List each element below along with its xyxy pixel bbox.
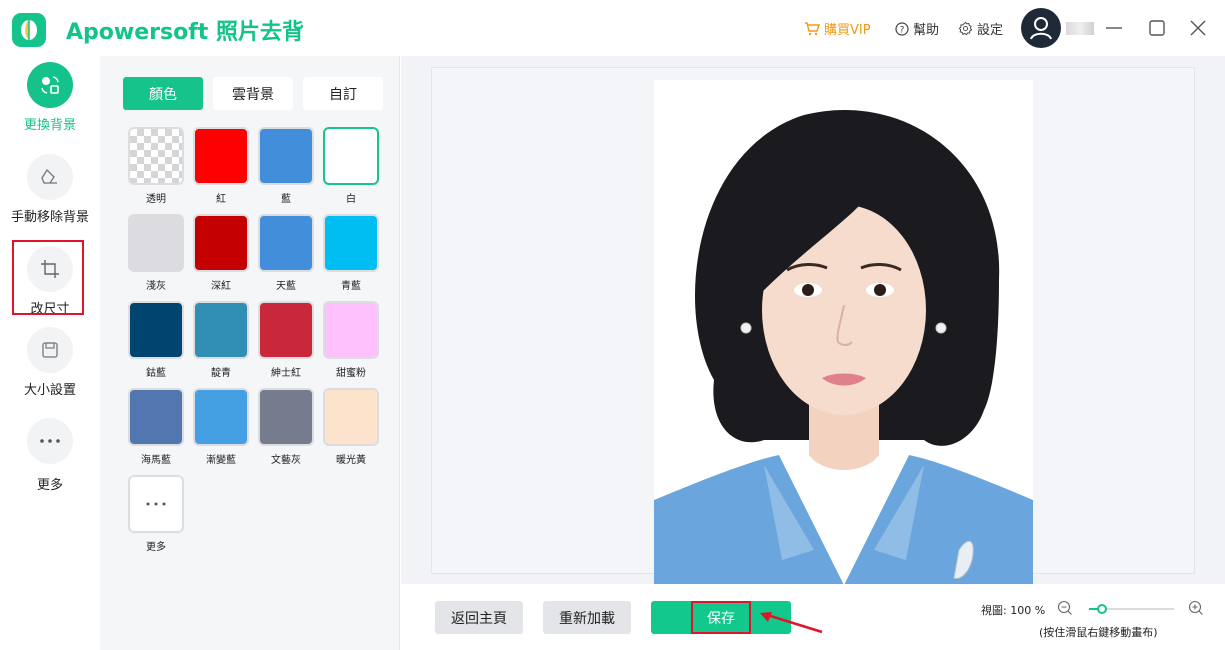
zoom-hint: (按住滑鼠右鍵移動畫布) [1039, 626, 1158, 639]
buy-vip-button[interactable]: 購買VIP [804, 19, 871, 38]
color-swatch[interactable] [128, 301, 184, 359]
app-window: Apowersoft 照片去背 購買VIP ? 幫助 設定 更換背景 手動移除背… [0, 0, 1225, 650]
app-title: Apowersoft 照片去背 [66, 20, 304, 45]
more-icon [146, 502, 166, 506]
app-logo-icon [12, 13, 46, 47]
close-icon [1190, 20, 1206, 36]
maximize-button[interactable] [1143, 14, 1171, 42]
user-icon [1030, 17, 1052, 40]
background-panel: 顏色 雲背景 自訂 透明 紅 藍 白淺灰 深紅 天藍 青藍鈷藍 靛青 紳士紅 甜蜜粉海馬藍 漸變藍 文… [100, 56, 400, 650]
nav-item-change-background[interactable]: 更換背景 [0, 62, 100, 133]
avatar[interactable] [1021, 8, 1061, 48]
canvas-area[interactable] [401, 56, 1225, 585]
canvas-frame [431, 67, 1195, 585]
color-swatch-label: 深紅 [211, 281, 231, 292]
svg-text:?: ? [900, 25, 905, 35]
nav-label: 手動移除背景 [10, 210, 89, 225]
color-swatch-label: 海馬藍 [141, 455, 171, 466]
color-swatch-label: 靛青 [211, 368, 231, 379]
color-swatch-label: 淺灰 [146, 281, 166, 292]
color-swatch-label: 紳士紅 [271, 368, 301, 379]
help-icon: ? [895, 21, 909, 36]
color-swatch[interactable] [323, 127, 379, 185]
gear-icon [958, 21, 973, 36]
resize-highlight-box [12, 240, 84, 315]
zoom-in-icon[interactable] [1188, 600, 1204, 616]
color-swatch[interactable] [258, 301, 314, 359]
color-swatch[interactable] [258, 127, 314, 185]
zoom-out-icon[interactable] [1057, 600, 1073, 616]
cart-icon [805, 21, 820, 35]
minimize-icon [1106, 27, 1122, 29]
save-highlight-box [691, 601, 751, 634]
bottom-toolbar: 返回主頁 重新加載 保存 視圖: 100 % (按住滑鼠右鍵移動畫布) [401, 584, 1225, 650]
return-home-button[interactable]: 返回主頁 [435, 601, 523, 634]
tab-cloud-background[interactable]: 雲背景 [213, 77, 293, 110]
color-swatch-label: 天藍 [276, 281, 296, 292]
nav-label: 更多 [36, 478, 63, 493]
zoom-slider-knob[interactable] [1096, 604, 1107, 614]
color-swatch-label: 鈷藍 [146, 368, 166, 379]
save-size-icon [27, 327, 73, 373]
color-swatch[interactable] [128, 388, 184, 446]
annotation-arrow-icon [760, 612, 823, 634]
color-swatch[interactable] [323, 214, 379, 272]
settings-label: 設定 [977, 23, 1004, 38]
username-redacted [1066, 22, 1094, 35]
reload-button[interactable]: 重新加載 [543, 601, 631, 634]
tab-custom[interactable]: 自訂 [303, 77, 383, 110]
color-swatch-label: 藍 [281, 194, 291, 205]
color-swatch-label: 漸變藍 [206, 455, 236, 466]
color-swatch-label: 甜蜜粉 [336, 368, 366, 379]
zoom-slider[interactable] [1089, 604, 1174, 614]
color-swatch[interactable] [323, 301, 379, 359]
color-swatch[interactable] [193, 388, 249, 446]
color-swatch[interactable] [128, 214, 184, 272]
zoom-level-label: 視圖: 100 % [981, 604, 1046, 617]
tab-color[interactable]: 顏色 [123, 77, 203, 110]
eraser-icon [27, 154, 73, 200]
portrait-photo[interactable] [654, 80, 1033, 585]
color-swatch[interactable] [258, 214, 314, 272]
color-swatch[interactable] [193, 301, 249, 359]
color-swatch-label: 白 [346, 194, 356, 205]
more-colors-label: 更多 [146, 542, 166, 553]
nav-item-more[interactable]: 更多 [0, 418, 100, 493]
color-swatch-label: 文藝灰 [271, 455, 301, 466]
help-label: 幫助 [913, 23, 940, 38]
more-icon [27, 418, 73, 464]
color-swatch[interactable] [128, 127, 184, 185]
maximize-icon [1149, 20, 1165, 36]
buy-vip-label: 購買VIP [824, 23, 871, 38]
side-nav: 更換背景 手動移除背景 改尺寸 大小設置 更多 [0, 56, 100, 650]
settings-button[interactable]: 設定 [958, 19, 1003, 38]
color-swatch[interactable] [193, 127, 249, 185]
color-swatch-label: 紅 [216, 194, 226, 205]
title-bar: Apowersoft 照片去背 購買VIP ? 幫助 設定 [0, 0, 1225, 56]
color-swatch[interactable] [193, 214, 249, 272]
color-swatch-label: 暖光黃 [336, 455, 366, 466]
minimize-button[interactable] [1100, 14, 1128, 42]
color-swatch[interactable] [323, 388, 379, 446]
color-swatch-label: 青藍 [341, 281, 361, 292]
color-swatch-label: 透明 [146, 194, 166, 205]
help-button[interactable]: ? 幫助 [895, 19, 939, 38]
nav-item-size-settings[interactable]: 大小設置 [0, 327, 100, 398]
nav-item-manual-remove[interactable]: 手動移除背景 [0, 154, 100, 225]
nav-label: 更換背景 [23, 118, 76, 133]
color-swatch[interactable] [258, 388, 314, 446]
nav-label: 大小設置 [23, 383, 76, 398]
swap-icon [27, 62, 73, 108]
more-colors-button[interactable] [128, 475, 184, 533]
close-button[interactable] [1184, 14, 1212, 42]
